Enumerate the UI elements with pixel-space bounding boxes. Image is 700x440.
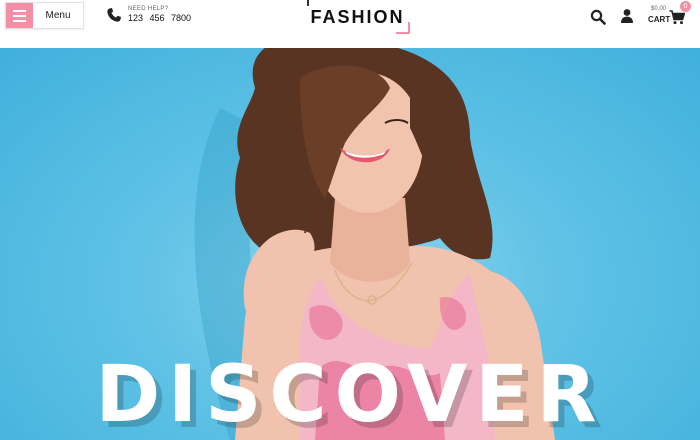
site-header: Menu NEED HELP? 123 456 7800 FASHION $0.… — [0, 0, 700, 48]
site-logo[interactable]: FASHION — [305, 0, 410, 34]
cart-count-badge: 0 — [680, 1, 691, 12]
help-label: NEED HELP? — [128, 6, 169, 12]
search-icon[interactable] — [590, 9, 606, 25]
menu-label: Menu — [45, 10, 71, 21]
hero-banner: DISCOVER — [0, 48, 700, 440]
logo-text: FASHION — [310, 7, 405, 27]
user-icon[interactable] — [619, 8, 635, 24]
menu-icon — [6, 3, 33, 28]
cart-label: CART — [648, 15, 671, 24]
phone-icon — [107, 7, 121, 22]
help-contact: NEED HELP? 123 456 7800 — [106, 6, 191, 23]
cart-button[interactable]: $0.00 CART 0 — [646, 1, 700, 26]
cart-price: $0.00 — [651, 6, 667, 12]
menu-button[interactable]: Menu — [5, 2, 84, 29]
hero-title: DISCOVER — [95, 350, 605, 440]
phone-number[interactable]: 123 456 7800 — [128, 14, 191, 23]
